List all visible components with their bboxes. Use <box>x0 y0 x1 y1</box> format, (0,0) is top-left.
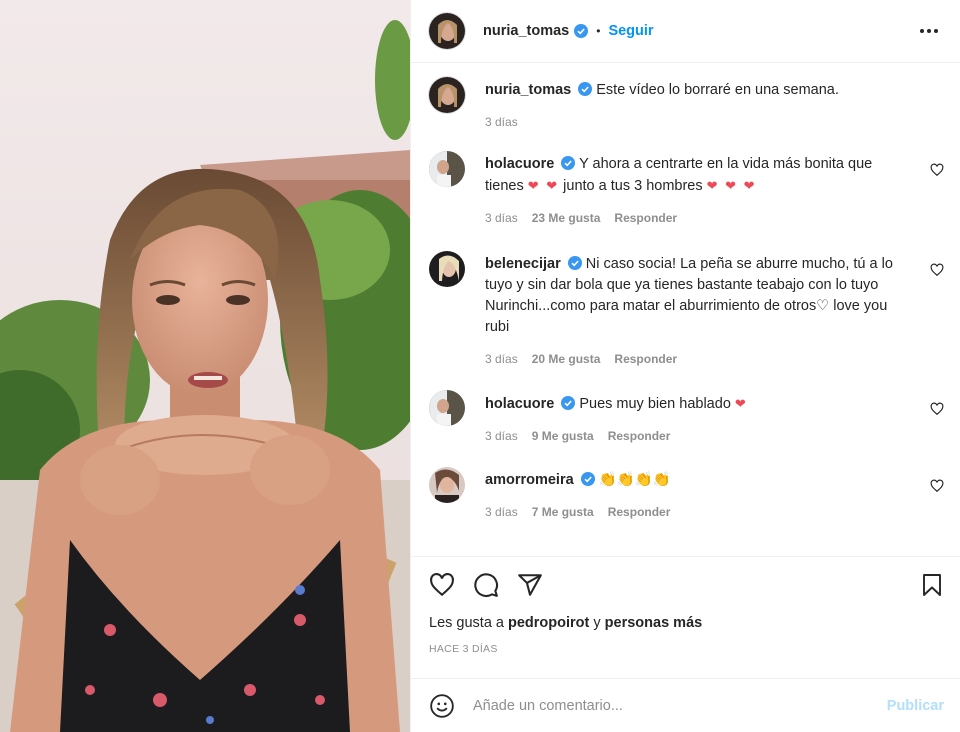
comment-item: holacuore Y ahora a centrarte en la vida… <box>429 151 944 225</box>
follow-button[interactable]: Seguir <box>608 23 653 39</box>
likes-mid: y <box>589 615 605 631</box>
post-actions: Les gusta a pedropoirot y personas más H… <box>411 556 960 678</box>
caption-username[interactable]: nuria_tomas <box>485 82 571 98</box>
add-comment-bar: Publicar <box>411 678 960 732</box>
comment-text: Pues muy bien hablado <box>579 396 731 412</box>
comment-likes[interactable]: 7 Me gusta <box>532 505 594 519</box>
publish-button[interactable]: Publicar <box>887 698 944 714</box>
caption-time[interactable]: 3 días <box>485 115 518 129</box>
verified-icon <box>574 24 589 38</box>
post-panel: nuria_tomas • Seguir nuria_tomas Este ví… <box>410 0 960 732</box>
author-avatar[interactable] <box>429 13 465 49</box>
commenter-avatar[interactable] <box>429 390 465 426</box>
emoji-icon[interactable] <box>429 693 455 719</box>
reply-button[interactable]: Responder <box>608 429 671 443</box>
post-timestamp[interactable]: HACE 3 DÍAS <box>429 643 944 655</box>
comment-likes[interactable]: 23 Me gusta <box>532 211 601 225</box>
post-header: nuria_tomas • Seguir <box>411 0 960 63</box>
likes-prefix: Les gusta a <box>429 615 508 631</box>
share-icon[interactable] <box>517 572 543 598</box>
comment-time[interactable]: 3 días <box>485 505 518 519</box>
likes-others[interactable]: personas más <box>605 615 703 631</box>
author-username[interactable]: nuria_tomas <box>483 23 569 39</box>
commenter-username[interactable]: holacuore <box>485 156 554 172</box>
verified-icon <box>561 396 576 410</box>
verified-icon <box>567 256 582 270</box>
heart-emoji: ❤ ❤ ❤ <box>706 178 757 193</box>
comment-time[interactable]: 3 días <box>485 211 518 225</box>
commenter-avatar[interactable] <box>429 251 465 287</box>
like-comment-heart-icon[interactable] <box>930 263 944 277</box>
comment-item: amorromeira 👏👏👏👏 3 días 7 Me gusta Respo… <box>429 467 944 519</box>
like-comment-heart-icon[interactable] <box>930 402 944 416</box>
comment-likes[interactable]: 20 Me gusta <box>532 352 601 366</box>
commenter-username[interactable]: holacuore <box>485 396 554 412</box>
caption-avatar[interactable] <box>429 77 465 113</box>
verified-icon <box>578 82 593 96</box>
heart-icon[interactable] <box>429 572 455 598</box>
commenter-avatar[interactable] <box>429 467 465 503</box>
post-dialog: nuria_tomas • Seguir nuria_tomas Este ví… <box>0 0 960 732</box>
header-separator: • <box>596 24 601 38</box>
comment-time[interactable]: 3 días <box>485 429 518 443</box>
clap-emoji: 👏👏👏👏 <box>598 472 671 488</box>
commenter-username[interactable]: belenecijar <box>485 256 561 272</box>
reply-button[interactable]: Responder <box>614 352 677 366</box>
likes-summary: Les gusta a pedropoirot y personas más <box>429 615 944 631</box>
reply-button[interactable]: Responder <box>608 505 671 519</box>
post-video[interactable] <box>0 0 410 732</box>
verified-icon <box>561 156 576 170</box>
comment-text-cont: junto a tus 3 hombres <box>559 178 707 194</box>
comment-item: belenecijar Ni caso socia! La peña se ab… <box>429 251 944 366</box>
comments-list[interactable]: nuria_tomas Este vídeo lo borraré en una… <box>411 63 960 556</box>
comment-time[interactable]: 3 días <box>485 352 518 366</box>
caption: nuria_tomas Este vídeo lo borraré en una… <box>429 77 944 129</box>
liker-username[interactable]: pedropoirot <box>508 615 589 631</box>
comment-input[interactable] <box>473 697 887 714</box>
caption-text: Este vídeo lo borraré en una semana. <box>596 82 839 98</box>
comment-likes[interactable]: 9 Me gusta <box>532 429 594 443</box>
more-icon[interactable] <box>914 23 944 39</box>
comment-item: holacuore Pues muy bien hablado ❤ 3 días… <box>429 390 944 443</box>
comment-icon[interactable] <box>473 572 499 598</box>
commenter-avatar[interactable] <box>429 151 465 187</box>
heart-emoji: ❤ <box>734 396 748 411</box>
verified-icon <box>580 472 595 486</box>
video-frame <box>0 0 410 732</box>
commenter-username[interactable]: amorromeira <box>485 472 574 488</box>
like-comment-heart-icon[interactable] <box>930 479 944 493</box>
heart-emoji: ❤ ❤ <box>527 178 560 193</box>
like-comment-heart-icon[interactable] <box>930 163 944 177</box>
reply-button[interactable]: Responder <box>614 211 677 225</box>
bookmark-icon[interactable] <box>920 572 944 598</box>
